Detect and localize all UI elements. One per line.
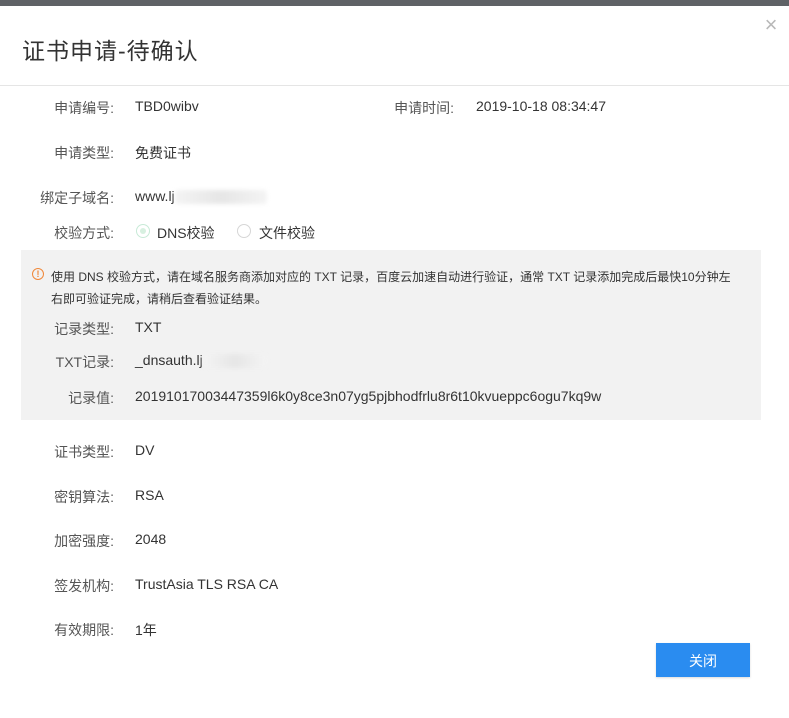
subdomain-text: www.lj xyxy=(135,188,175,204)
apply-no-value: TBD0wibv xyxy=(135,98,199,114)
redacted-blur xyxy=(202,354,267,369)
apply-type-value: 免费证书 xyxy=(135,145,191,161)
file-radio[interactable] xyxy=(237,224,251,238)
file-radio-label[interactable]: 文件校验 xyxy=(259,223,315,243)
redacted-blur xyxy=(174,190,267,205)
record-type-label: 记录类型: xyxy=(54,321,114,337)
cert-type-value: DV xyxy=(135,442,155,458)
header-divider xyxy=(0,85,789,86)
dns-radio-label[interactable]: DNS校验 xyxy=(157,223,215,243)
record-value-value[interactable]: 20191017003447359l6k0y8ce3n07yg5pjbhodfr… xyxy=(135,388,601,404)
apply-type-label: 申请类型: xyxy=(54,145,114,161)
cert-type-label: 证书类型: xyxy=(54,444,114,460)
key-alg-value: RSA xyxy=(135,487,164,503)
validity-label: 有效期限: xyxy=(54,622,114,638)
apply-no-label: 申请编号: xyxy=(54,100,114,116)
subdomain-label: 绑定子域名: xyxy=(40,190,114,206)
txt-record-value: _dnsauth.lj xyxy=(135,352,267,369)
apply-time-value: 2019-10-18 08:34:47 xyxy=(476,98,606,114)
top-bar xyxy=(0,0,789,6)
close-button[interactable]: 关闭 xyxy=(656,643,750,677)
record-type-value: TXT xyxy=(135,319,162,335)
verify-method-label: 校验方式: xyxy=(54,225,114,241)
apply-time-label: 申请时间: xyxy=(394,100,454,116)
encrypt-strength-label: 加密强度: xyxy=(54,533,114,549)
record-value-label: 记录值: xyxy=(68,390,114,406)
dialog-title: 证书申请-待确认 xyxy=(22,38,199,64)
issuer-label: 签发机构: xyxy=(54,578,114,594)
encrypt-strength-value: 2048 xyxy=(135,531,167,547)
key-alg-label: 密钥算法: xyxy=(54,489,114,505)
dns-radio[interactable] xyxy=(136,224,150,238)
close-icon[interactable]: × xyxy=(760,14,782,36)
txt-record-text: _dnsauth.lj xyxy=(135,352,203,368)
warning-icon: ! xyxy=(32,268,44,280)
validity-value: 1年 xyxy=(135,622,157,638)
dns-notice-text: 使用 DNS 校验方式，请在域名服务商添加对应的 TXT 记录，百度云加速自动进… xyxy=(51,270,731,306)
subdomain-value: www.lj xyxy=(135,188,267,205)
issuer-value: TrustAsia TLS RSA CA xyxy=(135,576,279,592)
txt-record-label: TXT记录: xyxy=(55,354,114,370)
